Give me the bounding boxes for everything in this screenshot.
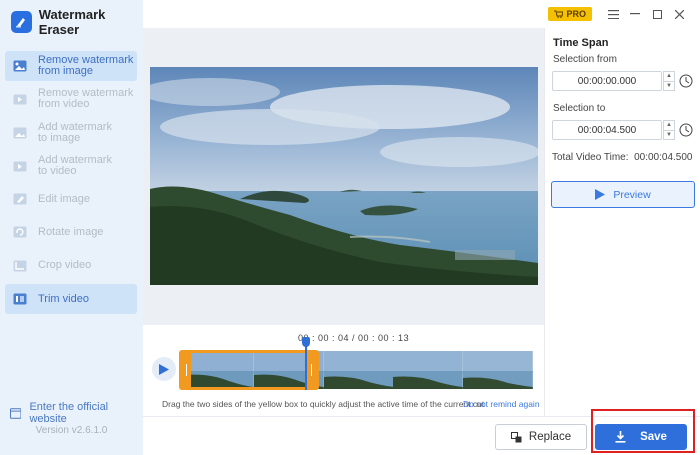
selection-to-stepper[interactable]: ▲ ▼: [663, 120, 675, 140]
sidebar-item-rotate-image[interactable]: Rotate image: [5, 217, 137, 247]
sidebar-item-label: Edit image: [38, 192, 90, 205]
app-logo-icon: [11, 11, 32, 33]
pro-badge[interactable]: PRO: [548, 7, 592, 21]
sidebar-item-edit-image[interactable]: Edit image: [5, 184, 137, 214]
sidebar-item-trim-video[interactable]: Trim video: [5, 284, 137, 315]
decrement-icon[interactable]: ▼: [664, 82, 674, 91]
video-frame: [150, 67, 538, 285]
playhead-handle[interactable]: [302, 337, 310, 347]
set-current-time-icon[interactable]: [679, 74, 693, 88]
trim-start-handle[interactable]: [182, 353, 191, 387]
maximize-button[interactable]: [646, 3, 668, 25]
replace-label: Replace: [528, 431, 572, 443]
pro-label: PRO: [566, 9, 586, 19]
increment-icon[interactable]: ▲: [664, 121, 674, 131]
official-website-label: Enter the official website: [29, 401, 109, 425]
video-thumbnail: [463, 351, 533, 389]
cart-icon: [554, 10, 564, 18]
sidebar-item-add-watermark-image[interactable]: Add watermark to image: [5, 118, 137, 148]
image-add-icon: [13, 127, 27, 139]
browser-icon: [10, 407, 22, 419]
rotate-image-icon: [13, 226, 27, 238]
close-button[interactable]: [668, 3, 690, 25]
trim-video-icon: [13, 293, 27, 305]
total-time-value: 00:00:04.500: [634, 152, 693, 163]
version-label: Version v2.6.1.0: [35, 425, 108, 436]
save-button[interactable]: Save: [595, 424, 687, 450]
sidebar-nav: Remove watermark from image Remove water…: [5, 51, 137, 317]
timecode-display: 00 : 00 : 04 / 00 : 00 : 13: [298, 333, 410, 343]
trim-selection-box[interactable]: [179, 350, 319, 390]
decrement-icon[interactable]: ▼: [664, 131, 674, 140]
save-label: Save: [640, 431, 667, 443]
sidebar-item-crop-video[interactable]: Crop video: [5, 251, 137, 281]
time-span-panel: Time Span Selection from 00:00:00.000 ▲ …: [544, 28, 700, 416]
sidebar: Watermark Eraser Remove watermark from i…: [0, 0, 143, 455]
image-eraser-icon: [13, 60, 27, 72]
increment-icon[interactable]: ▲: [664, 72, 674, 82]
sidebar-item-label: Rotate image: [38, 225, 104, 238]
sidebar-item-label: Crop video: [38, 259, 92, 272]
play-icon: [595, 189, 606, 200]
video-preview-area: [143, 28, 544, 325]
window-titlebar: PRO: [548, 0, 700, 28]
action-bar: Replace Save: [143, 409, 700, 455]
sidebar-item-remove-watermark-image[interactable]: Remove watermark from image: [5, 51, 137, 81]
maximize-icon: [652, 9, 662, 19]
total-video-time: Total Video Time: 00:00:04.500: [552, 152, 692, 163]
minimize-icon: [630, 13, 640, 15]
selection-from-label: Selection from: [553, 54, 617, 65]
sidebar-item-add-watermark-video[interactable]: Add watermark to video: [5, 151, 137, 181]
video-thumbnail: [323, 351, 394, 389]
minimize-button[interactable]: [624, 3, 646, 25]
set-current-time-icon[interactable]: [679, 123, 693, 137]
app-title: Watermark Eraser: [38, 7, 106, 37]
video-eraser-icon: [13, 94, 27, 105]
video-add-icon: [13, 161, 27, 172]
timeline-play-button[interactable]: [152, 357, 176, 381]
preview-button[interactable]: Preview: [551, 181, 695, 208]
play-icon: [159, 363, 169, 375]
sidebar-item-label: Add watermark to image: [38, 120, 112, 144]
selection-from-stepper[interactable]: ▲ ▼: [663, 71, 675, 91]
menu-button[interactable]: [602, 3, 624, 25]
sidebar-item-remove-watermark-video[interactable]: Remove watermark from video: [5, 84, 137, 114]
selection-to-field[interactable]: 00:00:04.500: [552, 120, 662, 140]
playhead-line: [305, 341, 307, 390]
trim-hint-text: Drag the two sides of the yellow box to …: [162, 399, 485, 409]
replace-button[interactable]: Replace: [495, 424, 587, 450]
selection-from-field[interactable]: 00:00:00.000: [552, 71, 662, 91]
edit-image-icon: [13, 193, 27, 205]
sidebar-item-label: Remove watermark from video: [38, 87, 134, 111]
sidebar-item-label: Trim video: [38, 292, 89, 305]
download-icon: [615, 431, 626, 443]
sidebar-item-label: Add watermark to video: [38, 153, 112, 177]
sidebar-item-label: Remove watermark from image: [38, 54, 134, 77]
total-time-label: Total Video Time:: [552, 152, 629, 163]
trim-end-handle[interactable]: [307, 353, 316, 387]
app-header: Watermark Eraser: [0, 0, 143, 44]
hamburger-icon: [607, 9, 619, 19]
selection-to-label: Selection to: [553, 103, 606, 114]
timeline: 00 : 00 : 04 / 00 : 00 : 13 Drag the two…: [143, 325, 544, 416]
landscape-video-image: [150, 67, 538, 285]
do-not-remind-link[interactable]: Do not remind again: [463, 399, 540, 409]
video-thumbnail: [393, 351, 464, 389]
official-website-link[interactable]: Enter the official website: [10, 401, 143, 425]
time-span-title: Time Span: [553, 37, 609, 49]
close-icon: [674, 9, 684, 19]
preview-label: Preview: [613, 188, 651, 201]
replace-icon: [510, 431, 522, 442]
crop-video-icon: [13, 260, 27, 272]
